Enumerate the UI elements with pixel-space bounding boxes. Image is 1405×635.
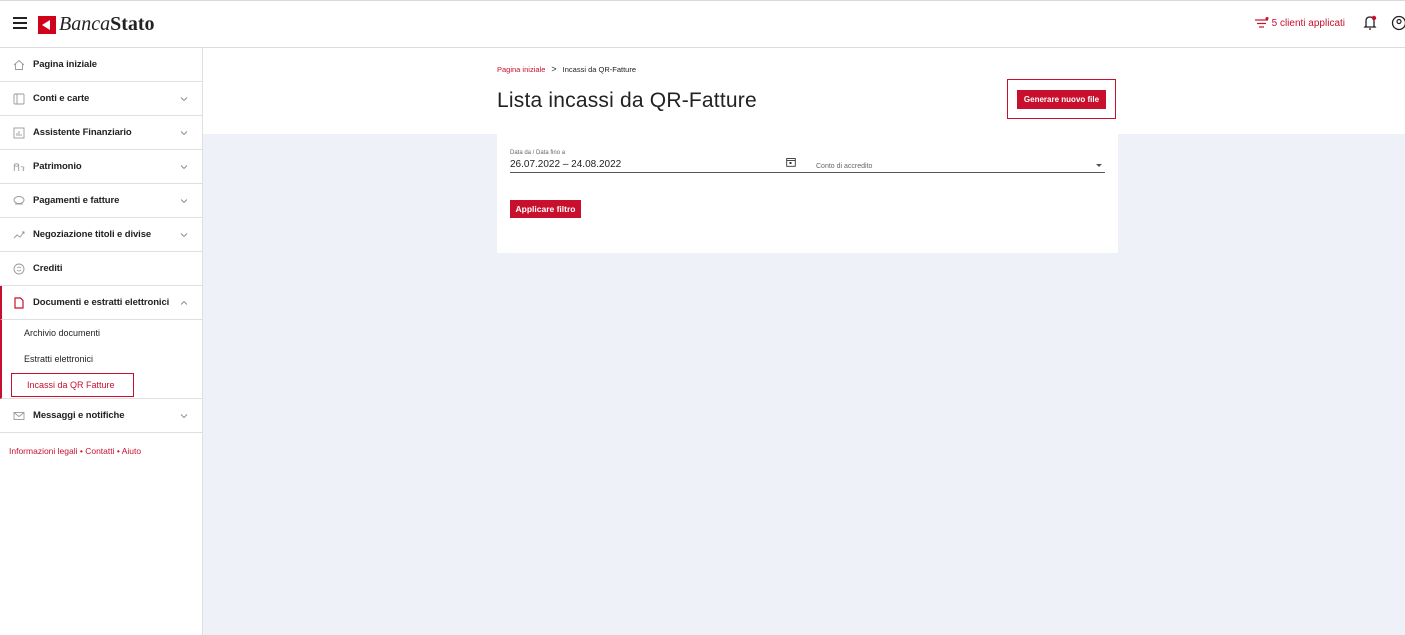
sidebar-item-credits[interactable]: Crediti (0, 252, 202, 286)
submenu-item-qr-invoice-collections[interactable]: Incassi da QR Fatture (0, 372, 202, 398)
sidebar-item-label: Assistente Finanziario (33, 127, 132, 138)
date-range-label: Data da / Data fino a (510, 150, 566, 156)
payments-icon (13, 195, 25, 204)
submenu-item-electronic-statements[interactable]: Estratti elettronici (2, 346, 202, 372)
chart-icon (13, 127, 25, 138)
trend-icon (13, 231, 25, 238)
breadcrumb-current: Incassi da QR-Fatture (562, 64, 636, 74)
user-icon[interactable] (1391, 15, 1405, 31)
apply-filter-button[interactable]: Applicare filtro (510, 200, 581, 218)
credit-account-select[interactable]: Conto di accredito (816, 163, 872, 170)
contacts-link[interactable]: Contatti (85, 446, 114, 456)
logo-mark-icon (38, 15, 56, 34)
sidebar-item-label: Patrimonio (33, 161, 82, 172)
sidebar-item-label: Pagina iniziale (33, 59, 97, 70)
submenu-item-document-archive[interactable]: Archivio documenti (2, 320, 202, 346)
credit-icon (13, 263, 25, 274)
clients-filter-button[interactable]: 5 clienti applicati (1254, 17, 1345, 29)
sidebar-item-label: Pagamenti e fatture (33, 195, 120, 206)
sidebar-item-assets[interactable]: Patrimonio (0, 150, 202, 184)
account-select-underline (804, 172, 1105, 173)
chevron-down-icon (180, 199, 188, 204)
sidebar-item-financial-assistant[interactable]: Assistente Finanziario (0, 116, 202, 150)
breadcrumb: Pagina iniziale > Incassi da QR-Fatture (497, 64, 636, 74)
submenu-item-label: Incassi da QR Fatture (11, 373, 134, 397)
sidebar: Pagina iniziale Conti e carte Assistente… (0, 48, 203, 635)
calendar-icon[interactable] (786, 157, 796, 167)
home-icon (13, 59, 25, 70)
sidebar-item-trading[interactable]: Negoziazione titoli e divise (0, 218, 202, 252)
submenu-item-label: Estratti elettronici (24, 354, 94, 364)
coins-icon (13, 162, 25, 171)
clients-filter-label: 5 clienti applicati (1271, 17, 1345, 29)
generate-new-file-button[interactable]: Generare nuovo file (1017, 90, 1106, 109)
logo-text-banca: Banca (59, 13, 111, 35)
sidebar-item-label: Crediti (33, 263, 63, 274)
help-link[interactable]: Aiuto (122, 446, 141, 456)
chevron-down-icon (180, 414, 188, 419)
dropdown-arrow-icon[interactable] (1096, 164, 1102, 167)
menu-icon[interactable] (13, 17, 27, 29)
submenu-item-label: Archivio documenti (24, 328, 101, 338)
sidebar-item-label: Messaggi e notifiche (33, 410, 125, 421)
chevron-up-icon (180, 300, 188, 305)
bell-icon[interactable] (1363, 15, 1377, 31)
sidebar-item-label: Documenti e estratti elettronici (33, 297, 170, 308)
date-range-input[interactable]: 26.07.2022 – 24.08.2022 (510, 159, 621, 170)
chevron-down-icon (180, 131, 188, 136)
breadcrumb-home-link[interactable]: Pagina iniziale (497, 65, 545, 74)
date-range-underline (510, 172, 804, 173)
sidebar-item-home[interactable]: Pagina iniziale (0, 48, 202, 82)
page-title: Lista incassi da QR-Fatture (497, 89, 757, 112)
chevron-down-icon (180, 165, 188, 170)
top-bar: Banca Stato 5 clienti applicati (0, 0, 1405, 48)
document-icon (14, 296, 24, 309)
breadcrumb-separator: > (551, 64, 557, 74)
sidebar-item-payments[interactable]: Pagamenti e fatture (0, 184, 202, 218)
legal-info-link[interactable]: Informazioni legali (9, 446, 78, 456)
logo-text-stato: Stato (110, 13, 155, 35)
logo[interactable]: Banca Stato (38, 13, 155, 36)
footer-separator: • (114, 446, 122, 456)
sidebar-item-documents[interactable]: Documenti e estratti elettronici (0, 286, 202, 320)
page-header (203, 48, 1405, 134)
chevron-down-icon (180, 233, 188, 238)
filter-card: Data da / Data fino a 26.07.2022 – 24.08… (497, 134, 1118, 253)
sidebar-item-label: Conti e carte (33, 93, 90, 104)
footer-links: Informazioni legali • Contatti • Aiuto (9, 446, 141, 456)
documents-submenu: Archivio documenti Estratti elettronici … (0, 320, 202, 399)
filter-icon (1254, 17, 1269, 28)
card-icon (13, 93, 25, 104)
sidebar-item-accounts[interactable]: Conti e carte (0, 82, 202, 116)
sidebar-item-messages[interactable]: Messaggi e notifiche (0, 399, 202, 433)
chevron-down-icon (180, 97, 188, 102)
mail-icon (13, 411, 25, 420)
sidebar-item-label: Negoziazione titoli e divise (33, 229, 152, 240)
